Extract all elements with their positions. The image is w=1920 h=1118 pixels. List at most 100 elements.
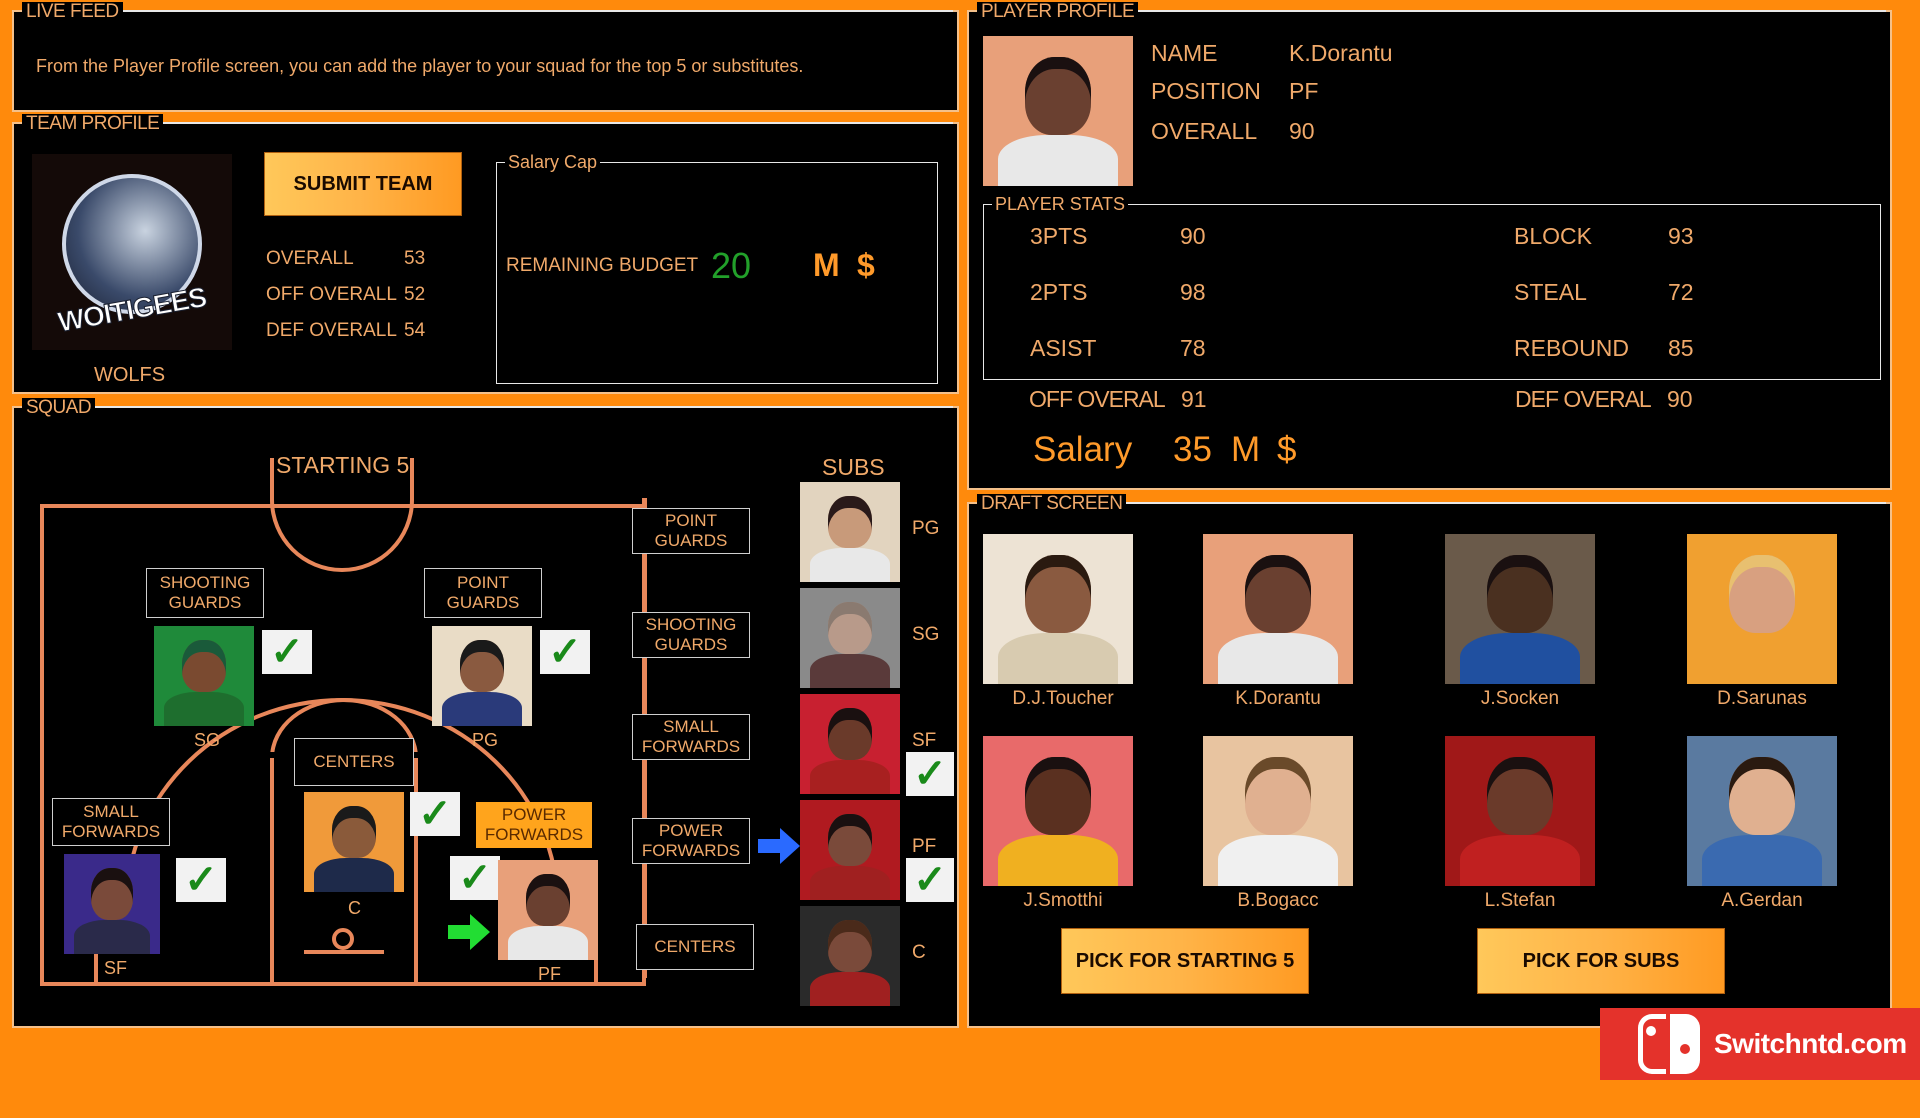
player-portrait[interactable] xyxy=(800,588,900,688)
team-logo: WOITIGEES xyxy=(32,154,232,350)
sub-position-label: POWER FORWARDS xyxy=(632,818,750,864)
jersey-shape xyxy=(810,760,890,794)
sub-position-label: CENTERS xyxy=(636,924,754,970)
face-shape xyxy=(1729,555,1795,633)
sub-position-label: SMALL FORWARDS xyxy=(632,714,750,760)
stat-rebound-value: 85 xyxy=(1668,335,1694,361)
player-portrait[interactable] xyxy=(800,800,900,900)
draft-player-name: B.Bogacc xyxy=(1237,890,1319,911)
player-portrait xyxy=(1687,736,1837,886)
player-portrait[interactable] xyxy=(800,694,900,794)
face-shape xyxy=(828,496,872,548)
jersey-shape xyxy=(810,548,890,582)
salary-cap-title: Salary Cap xyxy=(505,152,601,172)
checkmark-icon: ✓ xyxy=(906,752,954,796)
live-feed-panel: LIVE FEED From the Player Profile screen… xyxy=(12,2,959,112)
checkmark-icon: ✓ xyxy=(450,856,500,900)
stat-steal-label: STEAL xyxy=(1514,279,1587,305)
position-abbr: SG xyxy=(194,730,221,750)
player-portrait[interactable] xyxy=(800,906,900,1006)
jersey-shape xyxy=(1702,633,1822,684)
team-def-overall-value: 54 xyxy=(404,320,426,341)
profile-overall-value: 90 xyxy=(1289,118,1315,144)
player-portrait xyxy=(1203,736,1353,886)
position-label: CENTERS xyxy=(294,738,414,786)
draft-screen-title: DRAFT SCREEN xyxy=(977,494,1127,514)
jersey-shape xyxy=(810,866,890,900)
draft-player-card[interactable]: L.Stefan xyxy=(1445,736,1595,926)
stat-assist-value: 78 xyxy=(1180,335,1206,361)
player-portrait xyxy=(983,736,1133,886)
salary-value: 35 xyxy=(1173,430,1212,469)
switch-logo-icon xyxy=(1638,1014,1700,1074)
salary-cap-box: Salary Cap REMAINING BUDGET 20 M $ xyxy=(496,152,938,384)
team-name: WOLFS xyxy=(94,364,166,386)
watermark-text: Switchntd.com xyxy=(1714,1028,1907,1059)
jersey-shape xyxy=(1460,835,1580,886)
jersey-shape xyxy=(1702,835,1822,886)
stat-2pts-label: 2PTS xyxy=(1030,279,1088,305)
draft-player-name: J.Socken xyxy=(1480,688,1560,709)
draft-player-name: D.J.Toucher xyxy=(1012,688,1114,709)
player-portrait[interactable] xyxy=(64,854,160,954)
player-portrait[interactable] xyxy=(432,626,532,726)
draft-player-card[interactable]: A.Gerdan xyxy=(1687,736,1837,926)
jersey-shape xyxy=(1460,633,1580,684)
checkmark-icon: ✓ xyxy=(262,630,312,674)
face-shape xyxy=(1487,757,1553,835)
jersey-shape xyxy=(810,972,890,1006)
off-overall-value: 91 xyxy=(1181,386,1207,412)
jersey-shape xyxy=(998,835,1118,886)
jersey-shape xyxy=(164,692,244,726)
player-portrait[interactable] xyxy=(154,626,254,726)
position-abbr: SF xyxy=(104,958,128,978)
draft-player-card[interactable]: B.Bogacc xyxy=(1203,736,1353,926)
face-shape xyxy=(1025,757,1091,835)
player-profile-title: PLAYER PROFILE xyxy=(977,2,1139,22)
profile-name-label: NAME xyxy=(1151,40,1218,66)
team-overall-value: 53 xyxy=(404,248,426,269)
face-shape xyxy=(1025,555,1091,633)
face-shape xyxy=(828,708,872,760)
jersey-shape xyxy=(1218,633,1338,684)
draft-player-card[interactable]: D.J.Toucher xyxy=(983,534,1133,724)
position-abbr: C xyxy=(348,898,361,918)
pick-starting-five-button[interactable]: PICK FOR STARTING 5 xyxy=(1061,928,1309,994)
player-portrait xyxy=(1687,534,1837,684)
player-portrait[interactable] xyxy=(498,860,598,960)
face-shape xyxy=(526,874,570,926)
position-abbr: C xyxy=(912,942,926,963)
team-off-overall-value: 52 xyxy=(404,284,426,305)
remaining-budget-unit: M xyxy=(813,247,840,283)
off-overall-label: OFF OVERAL xyxy=(1029,386,1166,412)
draft-player-card[interactable]: J.Socken xyxy=(1445,534,1595,724)
position-label: SMALL FORWARDS xyxy=(52,798,170,846)
remaining-budget-label: REMAINING BUDGET xyxy=(506,255,699,276)
jersey-shape xyxy=(442,692,522,726)
position-abbr: PG xyxy=(472,730,499,750)
position-label: POWER FORWARDS xyxy=(476,802,592,848)
salary-currency: $ xyxy=(1277,430,1297,469)
jersey-shape xyxy=(314,858,394,892)
draft-player-card[interactable]: J.Smotthi xyxy=(983,736,1133,926)
stat-2pts-value: 98 xyxy=(1180,279,1206,305)
face-shape xyxy=(828,602,872,654)
player-portrait xyxy=(1445,736,1595,886)
draft-player-card[interactable]: D.Sarunas xyxy=(1687,534,1837,724)
team-overall-label: OVERALL xyxy=(266,248,354,269)
draft-player-name: K.Dorantu xyxy=(1235,688,1321,709)
squad-panel: SQUAD STARTING 5 SUBS SHOOTING GUARDS ✓ … xyxy=(12,398,959,1028)
selection-arrow-icon xyxy=(448,914,490,950)
face-shape xyxy=(1025,57,1091,135)
jersey-shape xyxy=(998,135,1118,186)
draft-screen-panel: DRAFT SCREEN D.J.Toucher K.Dorantu J.Soc… xyxy=(967,494,1892,1028)
team-off-overall-label: OFF OVERALL xyxy=(266,284,397,305)
draft-player-card[interactable]: K.Dorantu xyxy=(1203,534,1353,724)
player-portrait[interactable] xyxy=(304,792,404,892)
sub-position-label: POINT GUARDS xyxy=(632,508,750,554)
face-shape xyxy=(90,868,134,920)
team-profile-title: TEAM PROFILE xyxy=(22,114,164,134)
player-portrait[interactable] xyxy=(800,482,900,582)
submit-team-button[interactable]: SUBMIT TEAM xyxy=(264,152,462,216)
pick-subs-button[interactable]: PICK FOR SUBS xyxy=(1477,928,1725,994)
